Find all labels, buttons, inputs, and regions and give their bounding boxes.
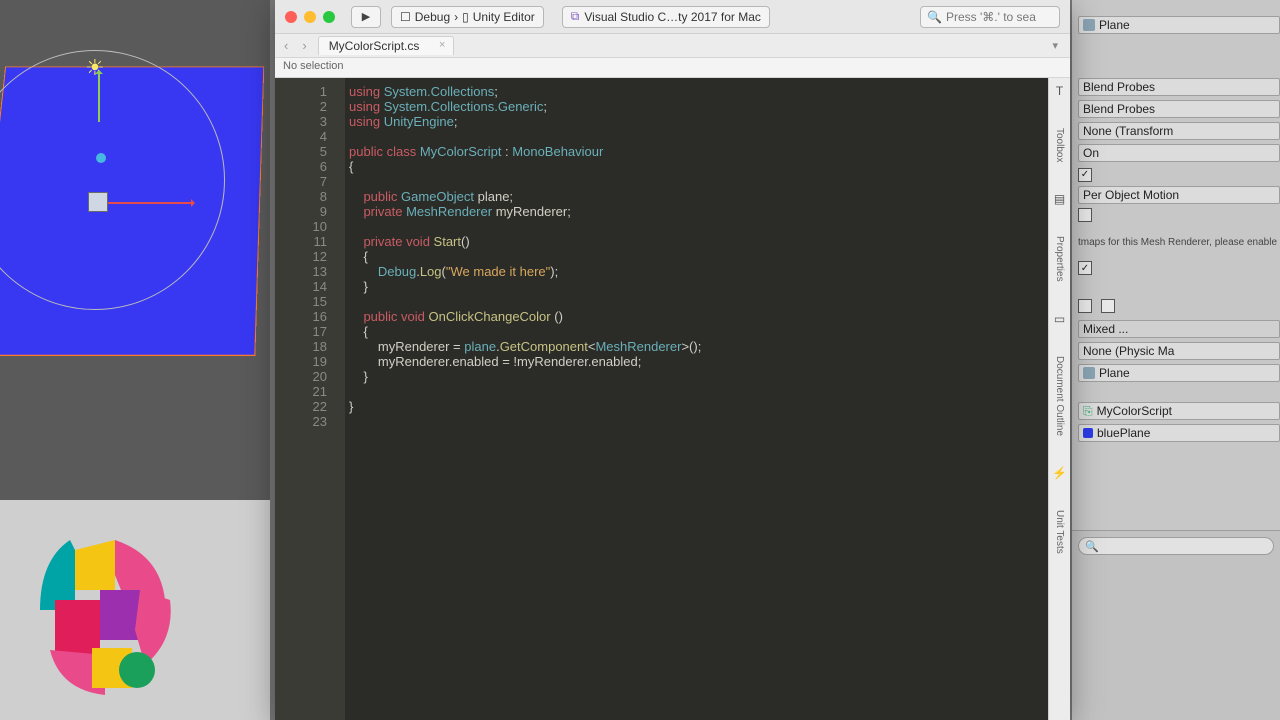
anchor-value: None (Transform <box>1083 124 1173 138</box>
document-outline-tab[interactable]: Document Outline <box>1054 356 1065 436</box>
code-editor[interactable]: using System.Collections;using System.Co… <box>345 78 1048 720</box>
reflection-probes-value: Blend Probes <box>1083 102 1155 116</box>
editor-area: 1234567891011121314151617181920212223 us… <box>275 78 1070 720</box>
search-icon: 🔍 <box>927 10 942 24</box>
reflection-probes-field[interactable]: Blend Probes <box>1078 100 1280 118</box>
unity-preview-panel: 🔍 <box>1072 530 1280 720</box>
checkbox-a[interactable] <box>1078 299 1092 313</box>
line-gutter: 1234567891011121314151617181920212223 <box>275 78 345 720</box>
project-search[interactable]: 🔍 <box>1078 537 1274 555</box>
lightmap-hint: tmaps for this Mesh Renderer, please ena… <box>1072 235 1280 250</box>
vs-logo-icon: ⧉ <box>571 9 580 24</box>
light-probes-field[interactable]: Blend Probes <box>1078 78 1280 96</box>
breadcrumb[interactable]: No selection <box>275 58 1070 78</box>
cast-shadows-field[interactable]: On <box>1078 144 1280 162</box>
window-title-label: Visual Studio C…ty 2017 for Mac <box>584 10 761 24</box>
config-label: Debug <box>415 10 450 24</box>
video-logo <box>20 530 190 700</box>
script-ref-field[interactable]: ⎘ MyColorScript <box>1078 402 1280 420</box>
material-ref-field[interactable]: bluePlane <box>1078 424 1280 442</box>
gizmo-y-axis[interactable] <box>98 72 100 122</box>
side-panel-tabs: T Toolbox ▤ Properties ▭ Document Outlin… <box>1048 78 1070 720</box>
unity-inspector[interactable]: Plane Blend Probes Blend Probes None (Tr… <box>1072 0 1280 720</box>
light-probes-value: Blend Probes <box>1083 80 1155 94</box>
visual-studio-window: ▶ ☐ Debug › ▯ Unity Editor ⧉ Visual Stud… <box>275 0 1070 720</box>
script-icon: ⎘ <box>1083 404 1093 419</box>
unit-tests-tab[interactable]: Unit Tests <box>1054 510 1065 554</box>
titlebar: ▶ ☐ Debug › ▯ Unity Editor ⧉ Visual Stud… <box>275 0 1070 34</box>
tab-close-button[interactable]: × <box>439 39 445 51</box>
checkbox-b[interactable] <box>1101 299 1115 313</box>
tab-mycolorscript[interactable]: MyColorScript.cs × <box>318 36 455 55</box>
receive-shadows-checkbox[interactable]: ✓ <box>1078 168 1092 182</box>
run-configuration[interactable]: ☐ Debug › ▯ Unity Editor <box>391 6 544 28</box>
cooking-options-field[interactable]: Mixed ... <box>1078 320 1280 338</box>
close-button[interactable] <box>285 11 297 23</box>
search-icon: 🔍 <box>1085 540 1099 553</box>
mesh-icon <box>1083 367 1095 379</box>
mesh-ref-value: Plane <box>1099 366 1130 380</box>
motion-vectors-field[interactable]: Per Object Motion <box>1078 186 1280 204</box>
unity-scene-view[interactable]: ☀ <box>0 0 270 500</box>
motion-vectors-value: Per Object Motion <box>1083 188 1179 202</box>
mesh-icon <box>1083 19 1095 31</box>
toolbox-tab[interactable]: Toolbox <box>1054 128 1065 162</box>
nav-back-button[interactable]: ‹ <box>281 38 291 53</box>
mesh-ref-field[interactable]: Plane <box>1078 364 1280 382</box>
tab-bar: ‹ › MyColorScript.cs × ▾ <box>275 34 1070 58</box>
mesh-field-value: Plane <box>1099 18 1130 32</box>
document-outline-icon: ▭ <box>1054 312 1065 326</box>
material-swatch-icon <box>1083 428 1093 438</box>
run-button[interactable]: ▶ <box>351 6 381 28</box>
tab-label: MyColorScript.cs <box>329 39 420 53</box>
script-ref-value: MyColorScript <box>1097 404 1172 418</box>
anchor-override-field[interactable]: None (Transform <box>1078 122 1280 140</box>
global-search[interactable]: 🔍 Press '⌘.' to sea <box>920 6 1060 28</box>
lightmap-static-checkbox[interactable] <box>1078 208 1092 222</box>
properties-icon: ▤ <box>1054 192 1065 206</box>
unit-tests-icon: ⚡ <box>1052 466 1067 480</box>
target-icon: ▯ <box>462 10 469 24</box>
gizmo-x-axis[interactable] <box>98 202 193 204</box>
cast-shadows-value: On <box>1083 146 1099 160</box>
window-controls <box>285 11 335 23</box>
minimize-button[interactable] <box>304 11 316 23</box>
properties-tab[interactable]: Properties <box>1054 236 1065 282</box>
material-ref-value: bluePlane <box>1097 426 1150 440</box>
maximize-button[interactable] <box>323 11 335 23</box>
play-icon: ▶ <box>362 10 370 23</box>
dynamic-occluded-checkbox[interactable]: ✓ <box>1078 261 1092 275</box>
physic-material-field[interactable]: None (Physic Ma <box>1078 342 1280 360</box>
physic-material-value: None (Physic Ma <box>1083 344 1174 358</box>
cooking-options-value: Mixed ... <box>1083 322 1128 336</box>
toolbox-icon: T <box>1056 84 1063 98</box>
tab-overflow-button[interactable]: ▾ <box>1052 39 1064 52</box>
nav-forward-button[interactable]: › <box>299 38 309 53</box>
chevron-right-icon: › <box>454 10 458 24</box>
breadcrumb-label: No selection <box>283 60 344 72</box>
gizmo-center-handle[interactable] <box>88 192 108 212</box>
target-label: Unity Editor <box>473 10 535 24</box>
search-placeholder: Press '⌘.' to sea <box>946 10 1036 24</box>
device-icon: ☐ <box>400 10 411 24</box>
mesh-field[interactable]: Plane <box>1078 16 1280 34</box>
gizmo-z-dot[interactable] <box>96 153 106 163</box>
window-title: ⧉ Visual Studio C…ty 2017 for Mac <box>562 6 770 28</box>
